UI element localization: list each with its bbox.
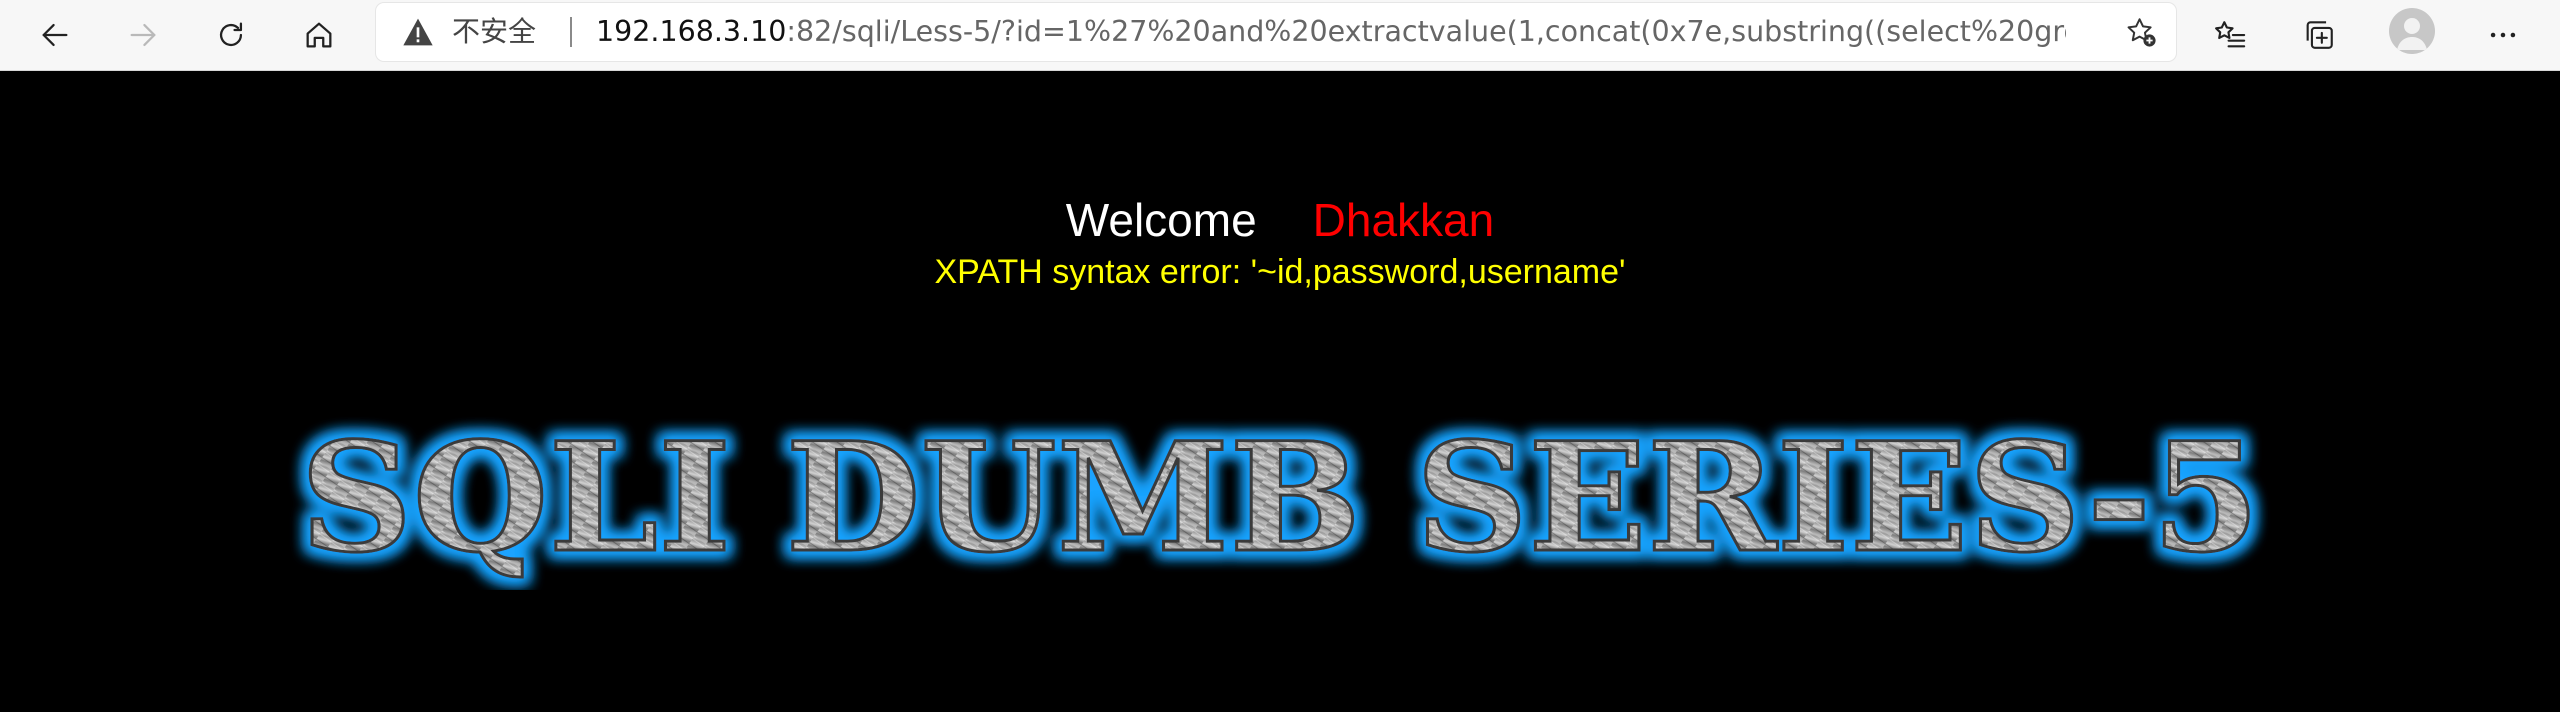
welcome-text: Welcome (1065, 194, 1257, 246)
welcome-line: Welcome Dhakkan (0, 190, 2560, 250)
forward-button[interactable] (116, 8, 170, 62)
browser-toolbar: 不安全 192.168.3.10:82/sqli/Less-5/?id=1%27… (0, 0, 2560, 71)
refresh-button[interactable] (204, 8, 258, 62)
profile-avatar[interactable] (2389, 8, 2435, 54)
url-path: :82/sqli/Less-5/?id=1%27%20and%20extract… (786, 15, 2066, 48)
settings-menu-button[interactable] (2476, 8, 2530, 62)
collections-button[interactable] (2292, 8, 2346, 62)
address-separator (570, 17, 572, 47)
url-text[interactable]: 192.168.3.10:82/sqli/Less-5/?id=1%27%20a… (596, 14, 2066, 50)
warning-icon (403, 18, 433, 46)
favorites-button[interactable] (2203, 8, 2257, 62)
sqli-dumb-series-banner: SQLI DUMB SERIES-5 (299, 410, 2262, 588)
user-name: Dhakkan (1312, 194, 1495, 246)
banner-text: SQLI DUMB SERIES-5 (300, 410, 2260, 586)
more-dots-icon (2490, 32, 2516, 38)
home-button[interactable] (292, 8, 346, 62)
back-arrow-icon (42, 23, 68, 47)
security-status-label[interactable]: 不安全 (452, 14, 536, 50)
home-icon (306, 22, 332, 48)
refresh-icon (219, 22, 243, 47)
collections-icon (2306, 21, 2333, 49)
back-button[interactable] (28, 8, 82, 62)
url-host: 192.168.3.10 (596, 15, 787, 48)
user-profile-icon (2397, 18, 2427, 50)
address-bar[interactable]: 不安全 192.168.3.10:82/sqli/Less-5/?id=1%27… (376, 3, 2176, 61)
forward-arrow-icon (130, 23, 156, 47)
favorites-list-icon (2215, 21, 2246, 48)
add-favorite-icon[interactable] (2124, 15, 2158, 49)
xpath-error-message: XPATH syntax error: '~id,password,userna… (934, 253, 1626, 291)
